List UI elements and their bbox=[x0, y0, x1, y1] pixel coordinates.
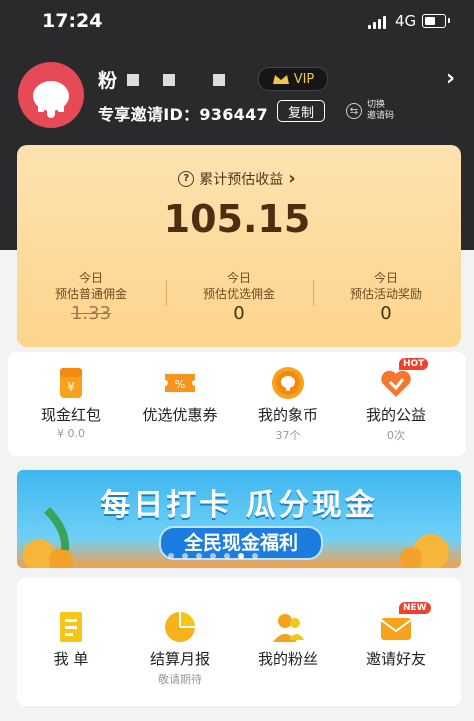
chevron-right-icon[interactable]: › bbox=[446, 66, 455, 91]
new-badge: NEW bbox=[399, 602, 431, 614]
coupon-icon: % bbox=[163, 366, 197, 400]
menu-label: 我的象币 bbox=[257, 406, 318, 424]
menu-label: 我的公益 bbox=[365, 406, 426, 424]
stat-normal-commission[interactable]: 今日 预估普通佣金 1.33 bbox=[17, 270, 165, 324]
svg-text:%: % bbox=[175, 378, 185, 391]
name-mask bbox=[127, 73, 140, 86]
stat-label: 今日 bbox=[226, 271, 251, 285]
menu-label: 优选优惠券 bbox=[142, 406, 218, 424]
invite-friends-button[interactable]: NEW 邀请好友 bbox=[340, 602, 452, 669]
menu-sub: 37个 bbox=[275, 429, 301, 442]
coin-icon bbox=[271, 366, 305, 400]
stat-label: 今日 bbox=[78, 271, 103, 285]
stat-activity-reward[interactable]: 今日 预估活动奖励 0 bbox=[312, 270, 460, 324]
stat-value: 1.33 bbox=[70, 303, 112, 324]
red-packet-icon: ¥ bbox=[54, 366, 88, 400]
question-icon[interactable]: ? bbox=[178, 170, 195, 187]
chevron-right-icon: › bbox=[288, 168, 296, 189]
stat-value: 0 bbox=[233, 303, 245, 324]
menu-sub: 0次 bbox=[387, 429, 405, 442]
stat-label: 今日 bbox=[373, 271, 398, 285]
vip-label: VIP bbox=[293, 71, 315, 87]
menu-sub: ¥ 0.0 bbox=[57, 427, 85, 440]
crown-icon bbox=[272, 75, 289, 84]
people-icon bbox=[271, 610, 305, 644]
copy-button[interactable]: 复制 bbox=[277, 100, 325, 122]
stat-label: 预估活动奖励 bbox=[349, 287, 422, 301]
switch-icon[interactable]: ⇆ bbox=[346, 103, 362, 119]
stat-value: 0 bbox=[380, 303, 392, 324]
menu-label: 邀请好友 bbox=[365, 650, 426, 668]
avatar[interactable] bbox=[18, 62, 84, 128]
invite-prefix: 专享邀请ID： bbox=[98, 105, 200, 124]
cash-redpacket-button[interactable]: ¥ 现金红包 ¥ 0.0 bbox=[15, 366, 127, 440]
user-name-text: 粉 bbox=[98, 70, 118, 92]
switch-line1: 切换 bbox=[367, 100, 386, 110]
signal-icon bbox=[368, 16, 386, 29]
menu-sub: 敬请期待 bbox=[158, 673, 202, 686]
vip-badge[interactable]: VIP bbox=[258, 67, 328, 91]
stat-label: 预估优选佣金 bbox=[202, 287, 275, 301]
name-mask bbox=[163, 73, 176, 86]
hot-badge: HOT bbox=[399, 358, 429, 370]
carousel-dots[interactable] bbox=[168, 553, 258, 559]
monthly-report-button[interactable]: 结算月报 敬请期待 bbox=[124, 610, 236, 687]
switch-line2: 邀请码 bbox=[367, 111, 395, 121]
status-time: 17:24 bbox=[42, 10, 103, 32]
envelope-icon: NEW bbox=[379, 602, 431, 644]
user-name: 粉 bbox=[98, 66, 226, 93]
menu-label: 我 单 bbox=[53, 650, 89, 668]
menu-label: 现金红包 bbox=[40, 406, 101, 424]
earnings-title: 累计预估收益 bbox=[199, 171, 284, 188]
stat-label: 预估普通佣金 bbox=[54, 287, 127, 301]
network-label: 4G bbox=[395, 12, 417, 30]
invite-id-value: 936447 bbox=[199, 105, 268, 124]
order-icon bbox=[54, 610, 88, 644]
coin-pile-icon bbox=[23, 507, 73, 568]
my-orders-button[interactable]: 我 单 bbox=[15, 610, 127, 669]
coupon-button[interactable]: % 优选优惠券 bbox=[124, 366, 236, 425]
pie-chart-icon bbox=[163, 610, 197, 644]
name-mask bbox=[213, 73, 226, 86]
battery-icon bbox=[422, 14, 450, 28]
coin-pile-icon bbox=[400, 534, 449, 568]
total-earnings: 105.15 bbox=[163, 197, 311, 241]
charity-button[interactable]: HOT 我的公益 0次 bbox=[340, 358, 452, 443]
menu-label: 结算月报 bbox=[149, 650, 210, 668]
elephant-coin-button[interactable]: 我的象币 37个 bbox=[232, 366, 344, 443]
invite-id: 专享邀请ID：936447 bbox=[98, 101, 268, 125]
earnings-title-link[interactable]: ? 累计预估收益 › bbox=[0, 168, 474, 189]
elephant-icon bbox=[33, 81, 69, 118]
switch-invite-code-button[interactable]: 切换 邀请码 bbox=[367, 100, 394, 122]
heart-icon: HOT bbox=[379, 358, 429, 400]
menu-label: 我的粉丝 bbox=[257, 650, 318, 668]
svg-text:¥: ¥ bbox=[67, 380, 75, 394]
my-fans-button[interactable]: 我的粉丝 bbox=[232, 610, 344, 669]
stat-premium-commission[interactable]: 今日 预估优选佣金 0 bbox=[165, 270, 313, 324]
